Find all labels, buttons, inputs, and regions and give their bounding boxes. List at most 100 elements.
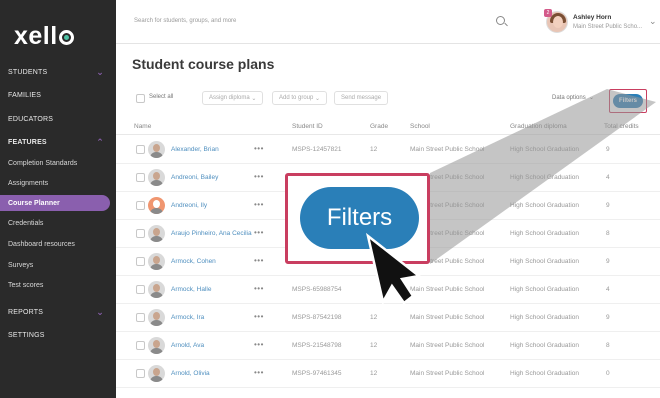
table-row[interactable]: Alexander, Brian ••• MSPS-12457821 12 Main S… (116, 136, 660, 164)
student-name-link[interactable]: Armock, Ira (171, 314, 204, 321)
avatar-body (150, 152, 163, 158)
assign-diploma-button[interactable]: Assign diploma ⌄ (202, 91, 264, 105)
row-checkbox[interactable] (136, 229, 145, 238)
more-options-icon[interactable]: ••• (254, 172, 264, 181)
sidebar-item-label: REPORTS (8, 308, 44, 316)
student-id: MSPS-65988754 (292, 286, 342, 293)
table-row[interactable]: Araujo Pinheiro, Ana Cecilia ••• Main Stre… (116, 220, 660, 248)
column-header-diploma[interactable]: Graduation diploma (510, 123, 567, 130)
table-row[interactable]: Andreoni, Bailey ••• Main Street Public Sc… (116, 164, 660, 192)
student-name-link[interactable]: Arnold, Olivia (171, 370, 210, 377)
sidebar-item-educators[interactable]: EDUCATORS (8, 111, 110, 127)
student-school: Main Street Public School (410, 370, 485, 377)
more-options-icon[interactable]: ••• (254, 200, 264, 209)
student-avatar (148, 197, 165, 214)
select-all-checkbox[interactable] (136, 94, 145, 103)
data-options-dropdown[interactable]: Data options ⌄ (552, 94, 594, 101)
row-checkbox[interactable] (136, 313, 145, 322)
sidebar-item-settings[interactable]: SETTINGS (8, 327, 110, 343)
column-header-school[interactable]: School (410, 123, 430, 130)
table-row[interactable]: Armock, Halle ••• MSPS-65988754 Main Street… (116, 276, 660, 304)
student-name-link[interactable]: Arnold, Ava (171, 342, 204, 349)
avatar-face (153, 312, 160, 320)
student-diploma: High School Graduation (510, 314, 580, 321)
avatar-face (153, 228, 160, 236)
search-input[interactable]: Search for students, groups, and more (134, 18, 236, 24)
row-checkbox[interactable] (136, 145, 145, 154)
student-credits: 8 (606, 230, 610, 237)
avatar-body (150, 180, 163, 186)
more-options-icon[interactable]: ••• (254, 284, 264, 293)
row-checkbox[interactable] (136, 341, 145, 350)
column-header-total-credits[interactable]: Total credits (604, 123, 639, 130)
row-checkbox[interactable] (136, 173, 145, 182)
table-row[interactable]: Arnold, Olivia ••• MSPS-97461345 12 Main Str… (116, 360, 660, 388)
row-checkbox[interactable] (136, 369, 145, 378)
chevron-down-icon[interactable]: ⌄ (649, 16, 657, 27)
student-name-link[interactable]: Andreoni, Bailey (171, 174, 218, 181)
student-avatar (148, 365, 165, 382)
student-grade: 12 (370, 370, 378, 377)
row-checkbox[interactable] (136, 257, 145, 266)
student-name-link[interactable]: Armock, Cohen (171, 258, 216, 265)
student-avatar (148, 141, 165, 158)
more-options-icon[interactable]: ••• (254, 144, 264, 153)
search-icon[interactable] (496, 16, 505, 25)
avatar-face (153, 172, 160, 180)
table-row[interactable]: Armock, Cohen ••• Main Street Public Schoo… (116, 248, 660, 276)
sidebar-item-label: Assignments (8, 179, 49, 187)
column-header-student-id[interactable]: Student ID (292, 123, 323, 130)
table-row[interactable]: Armock, Ira ••• MSPS-87542198 12 Main Street… (116, 304, 660, 332)
student-school: Main Street Public School (410, 314, 485, 321)
student-avatar (148, 309, 165, 326)
student-id: MSPS-21548798 (292, 342, 342, 349)
sidebar-item-dashboard-resources[interactable]: Dashboard resources (8, 236, 110, 252)
sidebar-item-label: Dashboard resources (8, 240, 75, 248)
row-checkbox[interactable] (136, 201, 145, 210)
sidebar-item-course-planner[interactable]: Course Planner (0, 195, 110, 211)
add-to-group-button[interactable]: Add to group ⌄ (272, 91, 328, 105)
chevron-down-icon: ⌄ (96, 66, 104, 77)
column-header-grade[interactable]: Grade (370, 123, 388, 130)
more-options-icon[interactable]: ••• (254, 312, 264, 321)
more-options-icon[interactable]: ••• (254, 256, 264, 265)
chevron-up-icon: ⌃ (96, 136, 104, 147)
student-name-link[interactable]: Alexander, Brian (171, 146, 219, 153)
sidebar-item-label: STUDENTS (8, 68, 48, 76)
student-school: Main Street Public School (410, 174, 485, 181)
sidebar-item-features[interactable]: FEATURES ⌃ (8, 134, 110, 150)
student-name-link[interactable]: Armock, Halle (171, 286, 211, 293)
more-options-icon[interactable]: ••• (254, 368, 264, 377)
user-school: Main Street Public Scho... (573, 24, 643, 30)
sidebar-item-surveys[interactable]: Surveys (8, 257, 110, 273)
more-options-icon[interactable]: ••• (254, 228, 264, 237)
sidebar-item-students[interactable]: STUDENTS ⌄ (8, 64, 110, 80)
student-name-link[interactable]: Araujo Pinheiro, Ana Cecilia (171, 230, 252, 237)
send-message-button[interactable]: Send message (334, 91, 389, 105)
more-options-icon[interactable]: ••• (254, 340, 264, 349)
avatar-body (150, 292, 163, 298)
sidebar-item-completion-standards[interactable]: Completion Standards (8, 155, 110, 171)
avatar-body (150, 348, 163, 354)
student-name-link[interactable]: Andreoni, Ily (171, 202, 207, 209)
xello-logo[interactable]: xell (14, 22, 74, 51)
select-all-label: Select all (149, 94, 174, 100)
sidebar-item-label: SETTINGS (8, 331, 45, 339)
avatar-body (150, 208, 163, 214)
table-row[interactable]: Andreoni, Ily ••• Main Street Public Schoo… (116, 192, 660, 220)
sidebar-item-label: Test scores (8, 281, 44, 289)
student-diploma: High School Graduation (510, 370, 580, 377)
sidebar-item-families[interactable]: FAMILIES (8, 87, 110, 103)
student-school: Main Street Public School (410, 230, 485, 237)
row-checkbox[interactable] (136, 285, 145, 294)
column-header-name[interactable]: Name (134, 123, 151, 130)
student-avatar (148, 225, 165, 242)
table-row[interactable]: Arnold, Ava ••• MSPS-21548798 12 Main Street… (116, 332, 660, 360)
student-id: MSPS-12457821 (292, 146, 342, 153)
sidebar-item-credentials[interactable]: Credentials (8, 215, 110, 231)
avatar-body (150, 236, 163, 242)
sidebar-item-assignments[interactable]: Assignments (8, 175, 110, 191)
sidebar-item-reports[interactable]: REPORTS ⌄ (8, 304, 110, 320)
student-credits: 0 (606, 370, 610, 377)
sidebar-item-test-scores[interactable]: Test scores (8, 277, 110, 293)
